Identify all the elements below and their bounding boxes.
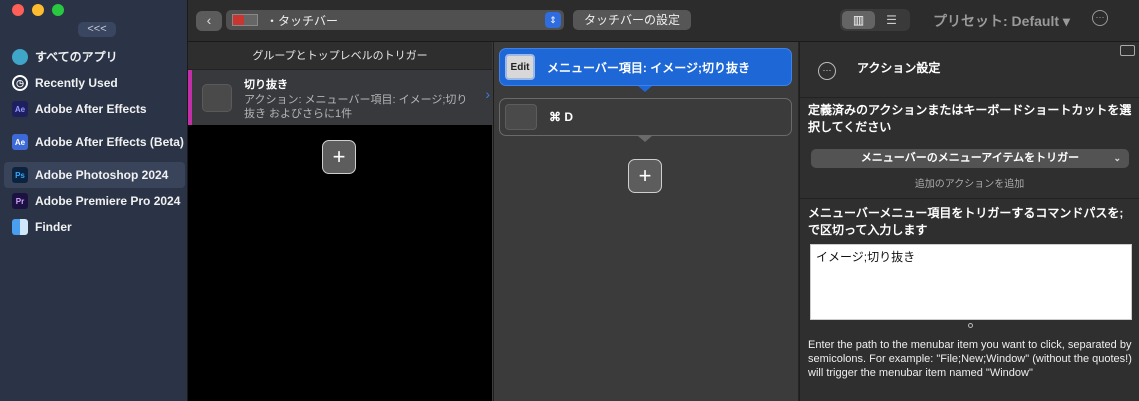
collapse-sidebar-button[interactable]: <<< (78, 22, 116, 37)
close-window-button[interactable] (12, 4, 24, 16)
group-title: 切り抜き (244, 79, 288, 91)
help-text: Enter the path to the menubar item you w… (808, 339, 1132, 379)
sidebar-item-finder[interactable]: Finder (4, 214, 187, 240)
add-action-button[interactable]: + (628, 159, 662, 193)
sidebar-item-all-apps[interactable]: すべてのアプリ (4, 44, 187, 70)
group-row[interactable]: 切り抜き アクション: メニューバー項目: イメージ;切り抜き およびさらに1件… (188, 70, 492, 125)
config-title: アクション設定 (857, 61, 941, 75)
preset-selector[interactable]: プリセット: Default ▾ (933, 11, 1070, 31)
action-item[interactable]: ⌘ D (499, 98, 792, 142)
sidebar-item-after-effects[interactable]: Ae Adobe After Effects (4, 96, 187, 122)
touchbar-preview-icon (232, 14, 258, 26)
columns-view-icon[interactable]: ▥ (842, 11, 875, 29)
trigger-type-select[interactable]: メニューバーのメニューアイテムをトリガー ⌄ (811, 149, 1129, 168)
edit-icon: Edit (505, 54, 535, 80)
premiere-icon: Pr (12, 193, 28, 209)
groups-column: グループとトップレベルのトリガー 切り抜き アクション: メニューバー項目: イ… (188, 42, 493, 401)
chevron-down-icon: ⌄ (1113, 153, 1121, 163)
sidebar-item-premiere[interactable]: Pr Adobe Premiere Pro 2024 (4, 188, 187, 214)
clock-icon: ◷ (12, 75, 28, 91)
window-icon[interactable] (1120, 45, 1135, 56)
after-effects-icon: Ae (12, 101, 28, 117)
minimize-window-button[interactable] (32, 4, 44, 16)
add-additional-action-link[interactable]: 追加のアクションを追加 (800, 175, 1139, 190)
chevron-right-icon: › (485, 86, 490, 102)
toolbar: ‹ ・タッチバー ⇕ タッチバーの設定 ▥ ☰ プリセット: Default ▾… (188, 0, 1139, 42)
connector-notch (638, 136, 652, 142)
resize-handle[interactable] (968, 323, 973, 328)
sidebar-item-after-effects-beta[interactable]: Ae Adobe After Effects (Beta) (4, 122, 187, 162)
view-toggle: ▥ ☰ (840, 9, 910, 31)
app-list: すべてのアプリ ◷ Recently Used Ae Adobe After E… (4, 44, 187, 240)
groups-header: グループとトップレベルのトリガー (188, 42, 492, 70)
group-subtitle: アクション: メニューバー項目: イメージ;切り抜き およびさらに1件 (244, 94, 468, 120)
window-controls (12, 4, 64, 16)
divider (800, 198, 1139, 199)
ellipsis-icon[interactable]: ··· (818, 62, 836, 80)
more-options-icon[interactable]: ··· (1092, 10, 1108, 26)
chevron-updown-icon: ⇕ (545, 12, 561, 28)
connector-notch (638, 86, 652, 92)
after-effects-beta-icon: Ae (12, 134, 28, 150)
sidebar-item-recently-used[interactable]: ◷ Recently Used (4, 70, 187, 96)
photoshop-icon: Ps (12, 167, 28, 183)
touchbar-select[interactable]: ・タッチバー ⇕ (226, 10, 564, 30)
globe-icon (12, 49, 28, 65)
touchbar-select-label: ・タッチバー (266, 13, 339, 28)
app-sidebar: <<< すべてのアプリ ◷ Recently Used Ae Adobe Aft… (0, 0, 188, 401)
trigger-icon (202, 84, 232, 112)
menu-path-input[interactable]: イメージ;切り抜き (810, 244, 1132, 320)
zoom-window-button[interactable] (52, 4, 64, 16)
add-trigger-button[interactable]: + (322, 140, 356, 174)
action-icon (505, 104, 537, 130)
action-label: ⌘ D (549, 110, 573, 124)
back-button[interactable]: ‹ (196, 11, 222, 31)
trigger-type-label: メニューバーのメニューアイテムをトリガー (860, 152, 1080, 164)
touchbar-settings-button[interactable]: タッチバーの設定 (573, 10, 691, 30)
finder-icon (12, 219, 28, 235)
menu-path-heading: メニューバーメニュー項目をトリガーするコマンドパスを; で区切って入力します (808, 206, 1124, 237)
list-view-icon[interactable]: ☰ (875, 11, 908, 29)
sidebar-item-photoshop[interactable]: Ps Adobe Photoshop 2024 (4, 162, 185, 188)
actions-column: Edit メニューバー項目: イメージ;切り抜き ⌘ D + (494, 42, 799, 401)
action-label: メニューバー項目: イメージ;切り抜き (547, 60, 750, 75)
action-config-panel: ··· アクション設定 定義済みのアクションまたはキーボードショートカットを選択… (800, 42, 1139, 401)
action-item-selected[interactable]: Edit メニューバー項目: イメージ;切り抜き (499, 48, 792, 92)
config-header: ··· アクション設定 (800, 42, 1139, 98)
action-select-heading: 定義済みのアクションまたはキーボードショートカットを選択してください (808, 103, 1132, 134)
